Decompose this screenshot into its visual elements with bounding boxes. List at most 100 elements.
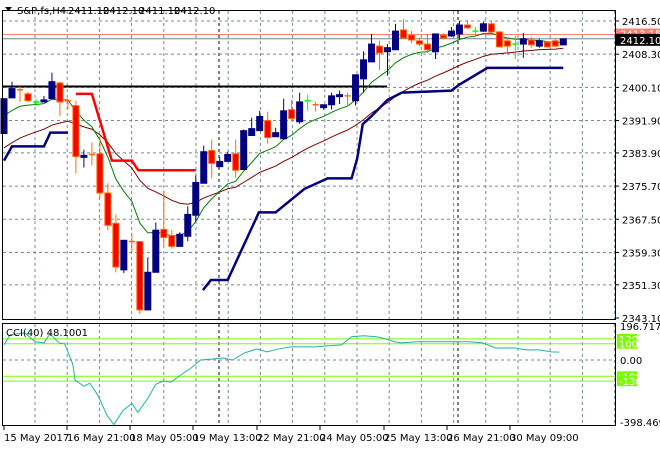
indicator-lines [2, 32, 564, 291]
candle[interactable] [559, 38, 567, 46]
candle[interactable] [112, 214, 120, 273]
cci-pane[interactable] [3, 332, 615, 426]
cci-level-label: -130 [619, 377, 642, 388]
candle[interactable] [120, 239, 128, 274]
cci-axis-zero: 0.00 [620, 356, 642, 367]
bear-candle-body [543, 41, 551, 48]
candle[interactable] [80, 149, 88, 168]
candle[interactable] [208, 139, 216, 179]
trailing-stop-blue-line [201, 66, 564, 291]
candle[interactable] [144, 257, 152, 311]
candle[interactable] [463, 21, 471, 30]
candle[interactable] [104, 183, 112, 231]
candle[interactable] [168, 230, 176, 249]
candle[interactable] [455, 21, 463, 40]
bear-candle-body [136, 241, 144, 311]
candle[interactable] [200, 145, 208, 184]
candle[interactable] [376, 40, 384, 70]
candle[interactable] [192, 175, 200, 222]
candle[interactable] [320, 104, 328, 110]
bear-candle-body [208, 149, 216, 164]
cci-line [3, 332, 560, 426]
candle[interactable] [152, 222, 160, 273]
candle[interactable] [40, 95, 48, 103]
time-axis-label: 18 May 05:00 [130, 433, 199, 444]
bear-candle-body [112, 222, 120, 268]
candle[interactable] [352, 74, 360, 106]
candle[interactable] [551, 39, 559, 47]
candle[interactable] [304, 94, 311, 111]
candle[interactable] [184, 206, 192, 242]
bear-candle-body [503, 40, 511, 47]
price-chart[interactable]: 2416.50 2408.30 2400.10 2391.90 2383.90 2375.… [0, 0, 660, 450]
candle[interactable] [487, 21, 495, 34]
time-axis-label: 15 May 2017 [4, 433, 69, 444]
candle[interactable] [296, 92, 304, 124]
price-axis[interactable]: 2416.50 2408.30 2400.10 2391.90 2383.90 2375.… [615, 17, 660, 429]
candle[interactable] [423, 33, 431, 53]
bull-candle-body [328, 95, 336, 106]
candle[interactable] [439, 33, 447, 40]
candle[interactable] [16, 86, 23, 102]
candle[interactable] [240, 129, 248, 171]
candle[interactable] [472, 27, 479, 36]
candle[interactable] [280, 98, 288, 140]
candle[interactable] [400, 18, 407, 40]
candle[interactable] [8, 81, 16, 99]
cci-level-label: 100 [619, 340, 638, 351]
candle[interactable] [256, 110, 264, 132]
candlestick-series[interactable] [0, 18, 567, 314]
candle[interactable] [128, 233, 135, 253]
time-axis-label: 26 May 21:00 [447, 433, 516, 444]
bear-candle-body [407, 34, 415, 41]
bull-candle-body [48, 81, 56, 100]
candle[interactable] [503, 37, 511, 53]
candle[interactable] [447, 27, 455, 37]
candle[interactable] [328, 92, 336, 110]
candle[interactable] [176, 232, 184, 247]
candle[interactable] [272, 127, 280, 138]
candle[interactable] [392, 23, 400, 51]
candle[interactable] [24, 91, 32, 102]
symbol-label: S&P,fs,H4 [17, 6, 66, 17]
candle[interactable] [543, 40, 551, 48]
price-axis-label: 2400.10 [622, 83, 660, 94]
candle[interactable] [264, 111, 272, 144]
trailing-stop-red-line [75, 92, 196, 172]
price-axis-label: 2351.30 [622, 281, 660, 292]
candle[interactable] [48, 72, 56, 100]
bull-candle-body [479, 23, 487, 32]
candle[interactable] [312, 101, 319, 112]
candle[interactable] [56, 81, 64, 117]
trailing-stop-blue-line [2, 131, 68, 162]
bull-candle-body [431, 33, 439, 53]
price-axis-label: 2391.90 [622, 117, 660, 128]
candle[interactable] [288, 99, 296, 121]
candle[interactable] [495, 31, 503, 48]
bull-candle-body [320, 104, 328, 109]
candle[interactable] [88, 142, 95, 166]
bull-candle-body [120, 239, 128, 271]
candle[interactable] [72, 100, 80, 174]
candle[interactable] [216, 157, 224, 168]
candle[interactable] [0, 98, 8, 134]
candle[interactable] [535, 39, 543, 48]
bear-candle-body [72, 105, 80, 158]
bull-candle-body [559, 38, 567, 46]
bull-candle-body [336, 94, 344, 98]
candle[interactable] [407, 31, 415, 44]
bear-candle-body [551, 40, 559, 47]
bear-candle-body [232, 153, 240, 171]
candle[interactable] [232, 139, 240, 178]
time-axis-label: 19 May 13:00 [193, 433, 262, 444]
bull-candle-body [384, 47, 392, 53]
candle[interactable] [431, 33, 439, 60]
candle[interactable] [160, 190, 168, 246]
candle[interactable] [336, 90, 344, 104]
time-axis[interactable]: 15 May 201716 May 21:0018 May 05:0019 Ma… [3, 426, 579, 444]
bear-candle-body [415, 40, 423, 45]
candle[interactable] [368, 33, 376, 63]
candle[interactable] [136, 241, 144, 314]
bull-candle-body [519, 38, 527, 45]
bear-candle-body [400, 29, 407, 39]
